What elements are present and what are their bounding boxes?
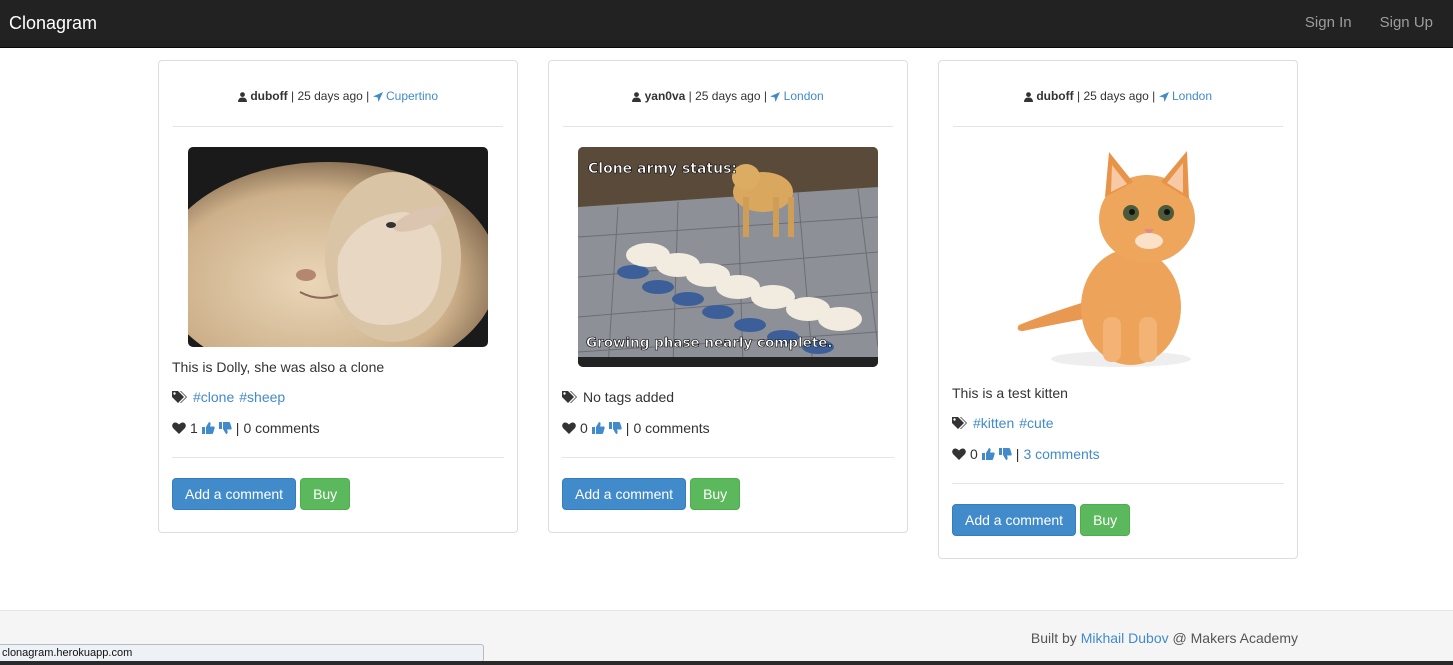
divider <box>562 457 894 458</box>
tag-link[interactable]: #kitten <box>973 415 1014 431</box>
post-stats: 1 | 0 comments <box>172 420 504 436</box>
post-time: 25 days ago <box>1083 89 1149 103</box>
post-actions: Add a comment Buy <box>562 478 894 532</box>
dock-strip <box>0 661 1453 665</box>
add-comment-button[interactable]: Add a comment <box>562 478 687 510</box>
thumbs-up-icon[interactable] <box>591 422 605 434</box>
post-stats: 0 | 0 comments <box>562 420 894 436</box>
comments-link[interactable]: 3 comments <box>1023 446 1099 462</box>
post-card: duboff | 25 days ago | Cupertino This is… <box>158 60 518 533</box>
post-image-sheep[interactable] <box>188 147 488 347</box>
heart-icon <box>172 422 186 434</box>
thumbs-up-icon[interactable] <box>201 422 215 434</box>
user-icon <box>1023 92 1033 102</box>
thumbs-down-icon[interactable] <box>218 422 232 434</box>
post-actions: Add a comment Buy <box>172 478 504 532</box>
status-url-bar: clonagram.herokuapp.com <box>0 644 484 662</box>
post-card: duboff | 25 days ago | London This is a … <box>938 60 1298 559</box>
post-username[interactable]: duboff <box>1036 89 1073 103</box>
image-text-bottom: Growing phase nearly complete. <box>586 335 833 351</box>
post-caption: This is Dolly, she was also a clone <box>172 359 385 375</box>
buy-button[interactable]: Buy <box>690 478 741 510</box>
tags-icon <box>562 391 577 403</box>
location-arrow-icon <box>1158 91 1169 102</box>
post-card: yan0va | 25 days ago | London Clone army… <box>548 60 908 533</box>
post-actions: Add a comment Buy <box>952 504 1284 558</box>
post-stats: 0 | 3 comments <box>952 446 1284 462</box>
post-time: 25 days ago <box>297 89 363 103</box>
location-arrow-icon <box>770 91 781 102</box>
heart-icon <box>952 448 966 460</box>
post-header: duboff | 25 days ago | Cupertino <box>173 61 503 127</box>
post-caption: This is a test kitten <box>952 385 1068 401</box>
brand-link[interactable]: Clonagram <box>9 13 97 34</box>
tag-link[interactable]: #clone <box>193 389 234 405</box>
post-header: duboff | 25 days ago | London <box>953 61 1283 127</box>
comments-count: 0 comments <box>243 420 320 436</box>
thumbs-down-icon[interactable] <box>608 422 622 434</box>
user-icon <box>237 92 247 102</box>
thumbs-up-icon[interactable] <box>981 448 995 460</box>
navbar: Clonagram Sign In Sign Up <box>0 0 1453 48</box>
add-comment-button[interactable]: Add a comment <box>952 504 1077 536</box>
user-icon <box>632 92 642 102</box>
footer-credit: Built by Mikhail Dubov @ Makers Academy <box>1030 630 1298 646</box>
post-time: 25 days ago <box>695 89 761 103</box>
post-header: yan0va | 25 days ago | London <box>563 61 893 127</box>
divider <box>172 457 504 458</box>
tags-icon <box>172 391 187 403</box>
buy-button[interactable]: Buy <box>1080 504 1131 536</box>
image-text-top: Clone army status: <box>588 161 737 177</box>
tag-link[interactable]: #sheep <box>239 389 285 405</box>
no-tags-text: No tags added <box>583 389 675 405</box>
post-username[interactable]: duboff <box>250 89 287 103</box>
buy-button[interactable]: Buy <box>300 478 351 510</box>
add-comment-button[interactable]: Add a comment <box>172 478 297 510</box>
post-image-kitten[interactable] <box>1011 147 1225 375</box>
post-image-puppies[interactable]: Clone army status: Growing phase nearly … <box>578 147 878 367</box>
tags-icon <box>952 417 967 429</box>
sign-up-link[interactable]: Sign Up <box>1380 14 1433 31</box>
heart-icon <box>562 422 576 434</box>
post-tags: No tags added <box>562 389 894 405</box>
nav-right: Sign In Sign Up <box>1305 14 1433 31</box>
tag-link[interactable]: #cute <box>1019 415 1053 431</box>
like-count: 0 <box>970 446 978 462</box>
like-count: 1 <box>190 420 198 436</box>
comments-count: 0 comments <box>633 420 710 436</box>
post-tags: #clone #sheep <box>172 389 504 405</box>
author-link[interactable]: Mikhail Dubov <box>1081 630 1169 646</box>
like-count: 0 <box>580 420 588 436</box>
thumbs-down-icon[interactable] <box>998 448 1012 460</box>
post-tags: #kitten #cute <box>952 415 1284 431</box>
post-location[interactable]: London <box>784 89 824 103</box>
post-location[interactable]: London <box>1172 89 1212 103</box>
divider <box>952 483 1284 484</box>
post-username[interactable]: yan0va <box>645 89 686 103</box>
location-arrow-icon <box>372 91 383 102</box>
sign-in-link[interactable]: Sign In <box>1305 14 1352 31</box>
post-location[interactable]: Cupertino <box>386 89 438 103</box>
